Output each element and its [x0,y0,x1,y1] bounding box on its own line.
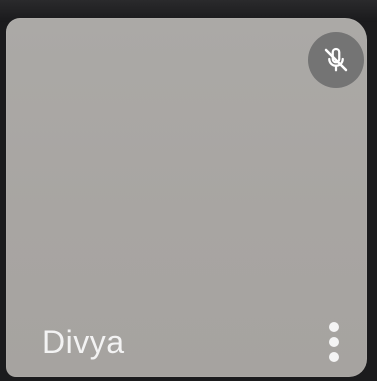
video-tile-window: Divya [0,0,377,381]
participant-video-tile[interactable]: Divya [6,18,367,377]
mic-off-indicator [308,32,364,88]
more-vertical-icon [329,322,339,362]
mic-off-icon [324,47,348,72]
more-options-button[interactable] [314,314,354,370]
participant-name-label: Divya [42,324,125,360]
